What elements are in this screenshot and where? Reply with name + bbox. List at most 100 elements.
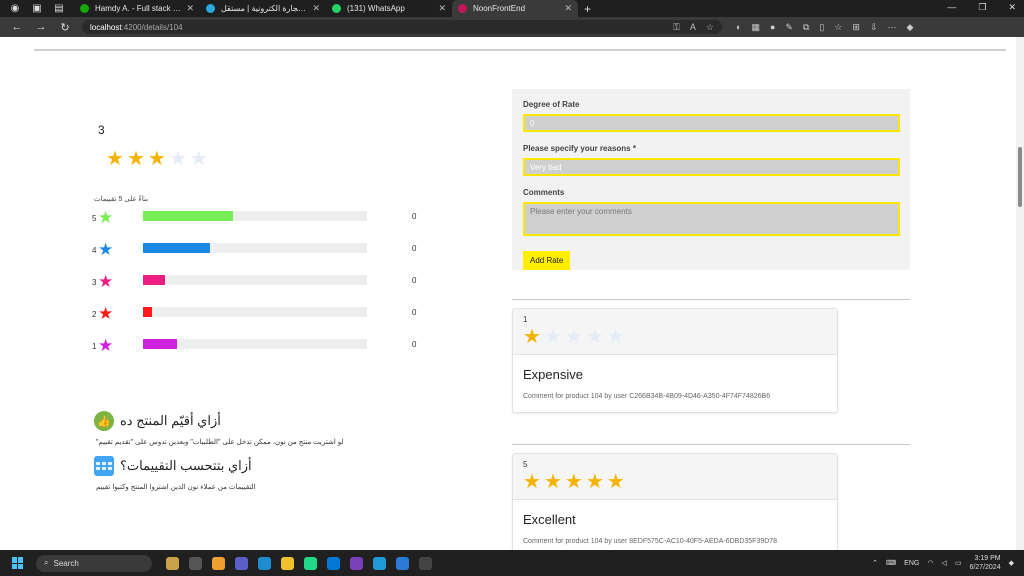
add-rate-form: Degree of Rate 0 Please specify your rea… (512, 89, 910, 270)
extension-icon[interactable]: ▦ (751, 22, 760, 33)
file-explorer-icon[interactable] (281, 556, 294, 570)
profile-icon[interactable]: ◉ (8, 2, 22, 16)
extension-icon[interactable]: ● (770, 22, 775, 33)
progress-track (143, 339, 367, 349)
star-icon: ★ (543, 326, 562, 348)
progress-track (143, 243, 367, 253)
comments-label: Comments (523, 188, 565, 197)
favorites-icon[interactable]: ☆ (834, 22, 842, 33)
tab-close-icon[interactable]: ✕ (186, 3, 194, 14)
downloads-icon[interactable]: ⇩ (870, 22, 878, 33)
rating-count: 0 (412, 244, 417, 253)
star-icon: ★ (98, 208, 114, 227)
browser-tab[interactable]: نون لتجارة الكترونية | مستقل ✕ (200, 0, 326, 17)
forward-arrow-icon[interactable]: → (34, 21, 48, 33)
tab-close-icon[interactable]: ✕ (564, 3, 572, 14)
review-comment: Comment for product 104 by user 8EDF575C… (523, 538, 778, 545)
app-icon[interactable] (212, 556, 225, 570)
star-level: 3 (92, 278, 97, 287)
language-indicator[interactable]: ENG (904, 560, 919, 567)
comments-textarea[interactable] (523, 202, 900, 236)
progress-fill (143, 243, 211, 253)
clock[interactable]: 3:19 PM 6/27/2024 (969, 554, 1000, 572)
chevron-up-icon[interactable]: ⌃ (872, 559, 878, 567)
progress-fill (143, 339, 177, 349)
pen-icon[interactable]: ✎ (785, 22, 793, 33)
divider (34, 49, 1006, 51)
page-scrollbar[interactable] (1016, 37, 1024, 550)
widgets-icon[interactable] (166, 556, 179, 570)
extensions-icon[interactable]: ⧉ (803, 22, 809, 33)
task-view-icon[interactable] (189, 556, 202, 570)
browser-tab[interactable]: NoonFrontEnd ✕ (452, 0, 578, 17)
review-rating-number: 1 (523, 315, 528, 324)
help-section: 👍 أزاي أقيّم المنتج ده "لو اشتريت منتج م… (94, 411, 394, 501)
taskbar-search[interactable]: ⌕ Search (36, 554, 152, 572)
store-icon[interactable] (258, 556, 271, 570)
more-icon[interactable]: ⋯ (888, 22, 897, 33)
collections-icon[interactable]: ⊞ (852, 22, 860, 33)
app-icon[interactable] (396, 556, 409, 570)
terminal-icon[interactable] (419, 556, 432, 570)
vscode-icon[interactable] (327, 556, 340, 570)
tab-close-icon[interactable]: ✕ (438, 3, 446, 14)
page-content: 3 ★ ★ ★ ★ ★ بناءً على 5 تقييمات 5 ★ 0 4 ★ 0 3 ★ 0 2 ★ 0… (0, 37, 1024, 550)
minimize-icon[interactable]: — (947, 2, 956, 13)
progress-fill (143, 307, 152, 317)
star-icon: ★ (585, 326, 604, 348)
tab-favicon-icon (332, 4, 341, 13)
star-icon: ★ (98, 272, 114, 291)
back-arrow-icon[interactable]: ← (10, 21, 24, 33)
reasons-select[interactable]: Very bad (523, 158, 900, 176)
extension-icon[interactable]: ◐ (736, 22, 741, 33)
workspaces-icon[interactable]: ▣ (30, 2, 44, 16)
pycharm-icon[interactable] (304, 556, 317, 570)
browser-tab[interactable]: Hamdy A. - Full stack web develo ✕ (74, 0, 200, 17)
restore-icon[interactable]: ❐ (978, 2, 986, 13)
teams-icon[interactable] (235, 556, 248, 570)
divider (512, 444, 910, 445)
tab-favicon-icon (80, 4, 89, 13)
new-tab-button[interactable]: + (584, 2, 591, 16)
wifi-icon[interactable]: ◠ (927, 559, 933, 567)
progress-track (143, 307, 367, 317)
notification-icon[interactable]: ◆ (1009, 559, 1014, 567)
visual-studio-icon[interactable] (350, 556, 363, 570)
divider (512, 299, 910, 300)
volume-icon[interactable]: ◁ (941, 559, 946, 567)
tab-close-icon[interactable]: ✕ (312, 3, 320, 14)
star-icon: ★ (106, 148, 124, 170)
star-level: 1 (92, 342, 97, 351)
split-screen-icon[interactable]: ▯ (819, 22, 824, 33)
read-aloud-icon[interactable]: A (690, 22, 696, 33)
add-rate-button[interactable]: Add Rate (523, 251, 571, 270)
star-icon: ★ (585, 471, 604, 493)
key-icon[interactable]: ⚿ (673, 22, 680, 33)
average-stars: ★ ★ ★ ★ ★ (106, 149, 208, 169)
degree-input[interactable]: 0 (523, 114, 900, 132)
tab-actions-icon[interactable]: ▤ (52, 2, 66, 16)
url-host: localhost (90, 22, 122, 32)
keyboard-icon[interactable]: ⌨ (886, 559, 896, 567)
browser-tab-bar: ◉ ▣ ▤ Hamdy A. - Full stack web develo✕ن… (0, 0, 1024, 17)
url-path: :4200/details/104 (121, 22, 183, 32)
start-button[interactable] (12, 557, 24, 569)
url-input[interactable]: localhost:4200/details/104 ⚿ A ☆ (82, 20, 722, 34)
refresh-icon[interactable]: ↻ (58, 21, 72, 34)
rating-bar-row: 1 ★ 0 (92, 336, 432, 369)
close-window-icon[interactable]: ✕ (1008, 2, 1016, 13)
tab-title: (131) WhatsApp (347, 4, 405, 13)
battery-icon[interactable]: ▭ (955, 559, 962, 567)
browser-tab[interactable]: (131) WhatsApp ✕ (326, 0, 452, 17)
star-icon: ★ (606, 326, 625, 348)
star-level: 4 (92, 246, 97, 255)
star-icon: ★ (98, 240, 114, 259)
review-card: 5 ★ ★ ★ ★ ★ Excellent Comment for product 104 b… (512, 453, 838, 550)
scrollbar-thumb[interactable] (1018, 147, 1022, 207)
windows-taskbar: ⌕ Search ⌃ ⌨ ENG ◠ ◁ ▭ 3:19 PM 6/27/2024… (0, 550, 1024, 576)
edge-icon[interactable] (373, 556, 386, 570)
how-calc-title: أزاي بتتحسب التقييمات؟ (120, 458, 252, 473)
copilot-icon[interactable]: ◆ (907, 22, 914, 33)
favorite-star-icon[interactable]: ☆ (706, 22, 714, 33)
review-body: Expensive Comment for product 104 by user… (513, 355, 837, 412)
